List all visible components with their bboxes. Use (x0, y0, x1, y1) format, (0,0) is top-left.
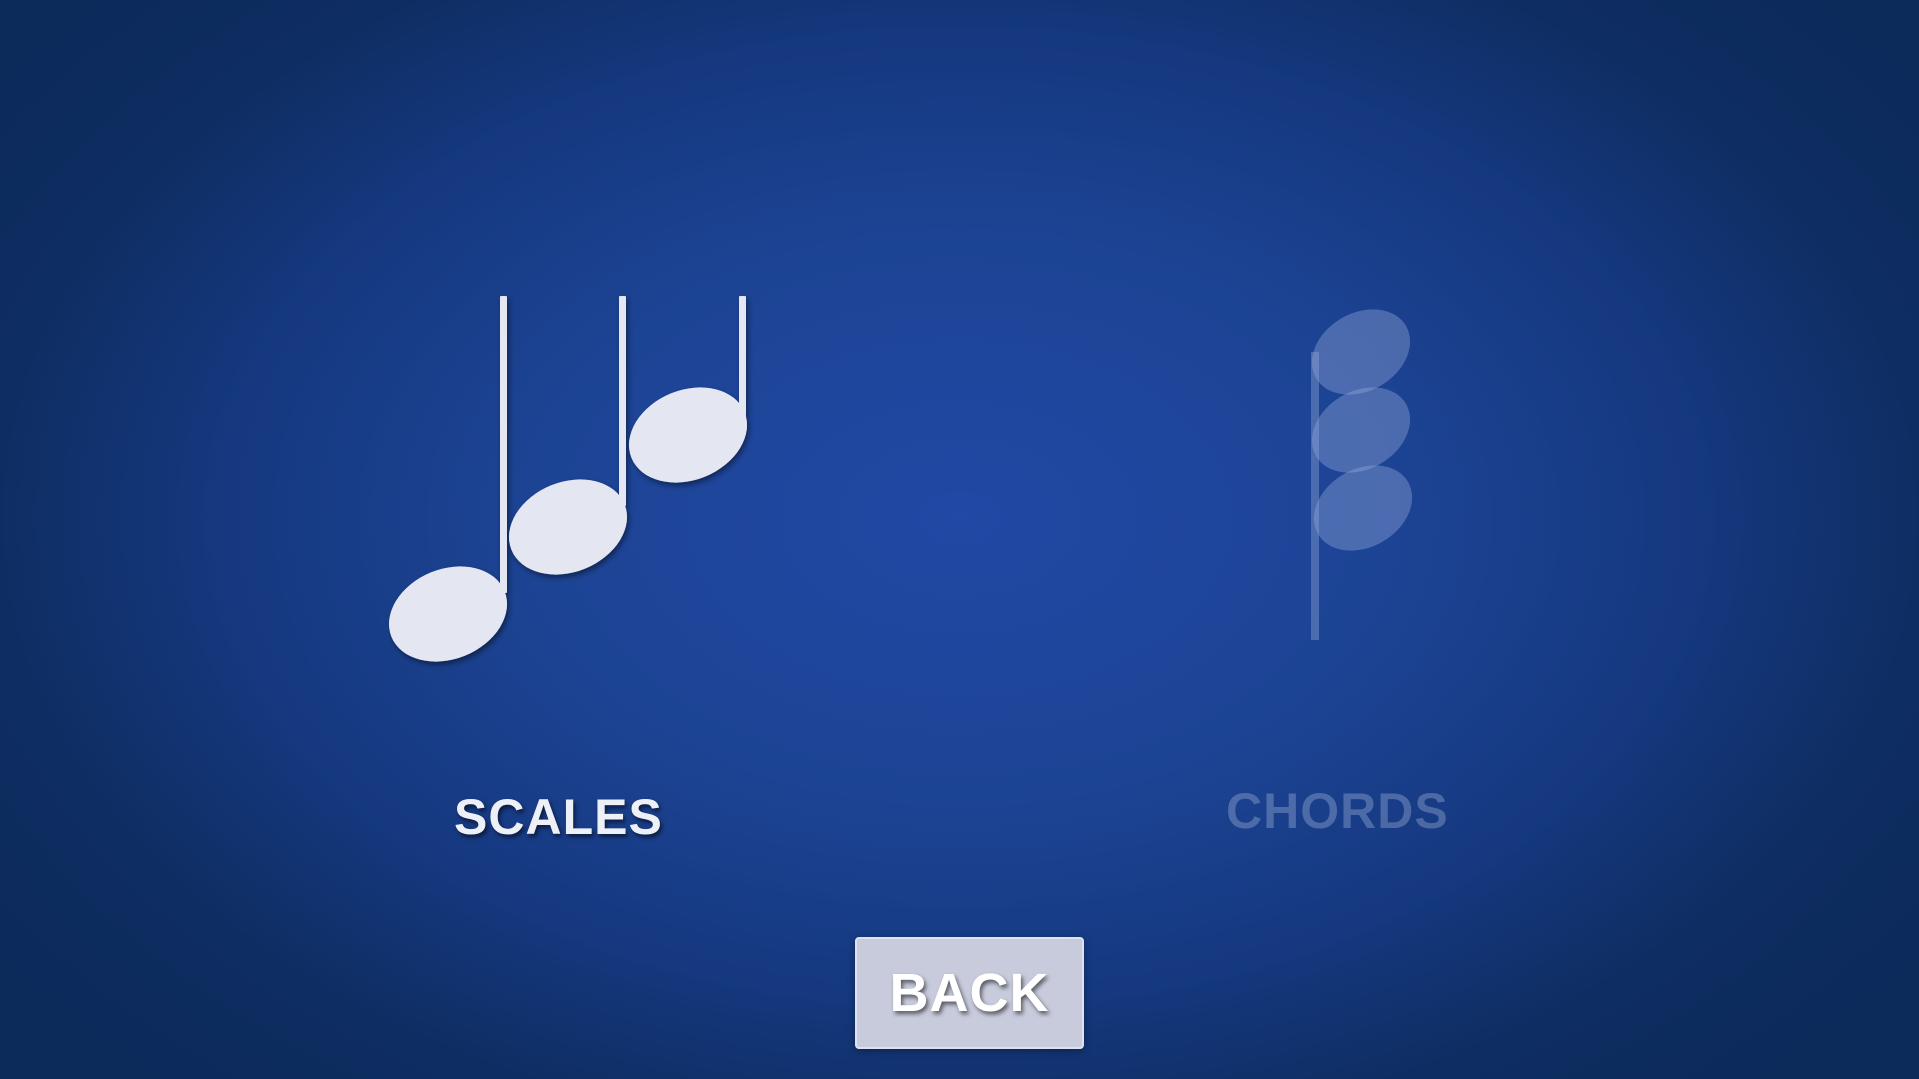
stacked-notes-chord-icon (1311, 309, 1413, 640)
scales-option[interactable]: SCALES (370, 280, 770, 860)
back-button-label: BACK (889, 963, 1050, 1023)
back-button[interactable]: BACK (855, 937, 1084, 1049)
scales-label: SCALES (454, 789, 663, 845)
chords-label: CHORDS (1226, 783, 1449, 839)
chords-option[interactable]: CHORDS (1200, 290, 1500, 850)
mode-select-screen: SCALES CHORDS BACK (0, 0, 1919, 1079)
ascending-notes-icon (388, 296, 748, 662)
